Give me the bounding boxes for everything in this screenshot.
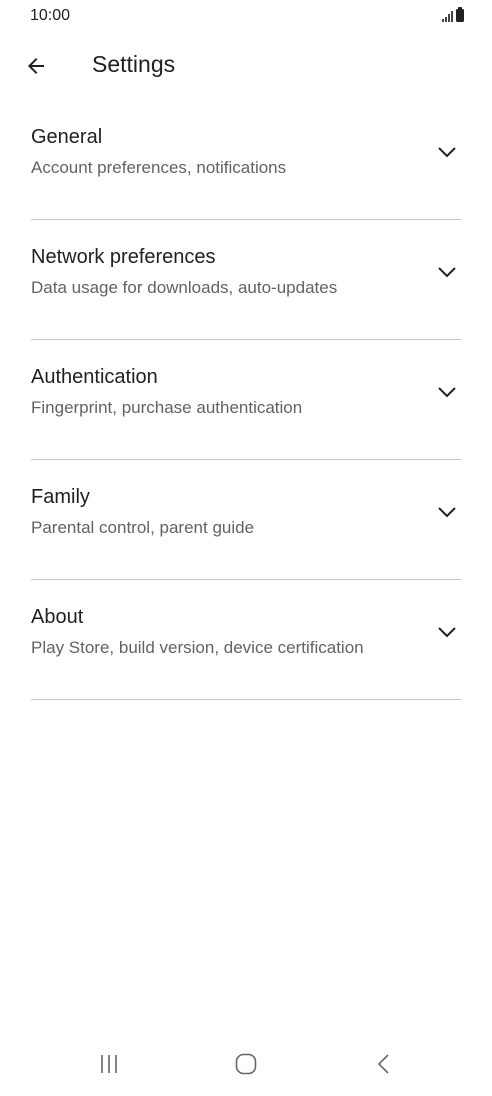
chevron-down-icon (438, 507, 456, 518)
section-general[interactable]: General Account preferences, notificatio… (31, 100, 461, 220)
section-title: About (31, 606, 84, 628)
section-title: General (31, 126, 103, 148)
battery-icon (456, 7, 464, 22)
section-network-preferences[interactable]: Network preferences Data usage for downl… (31, 220, 461, 340)
section-subtitle: Play Store, build version, device certif… (31, 638, 364, 657)
back-button[interactable] (16, 46, 56, 86)
section-title: Family (31, 486, 90, 508)
chevron-down-icon (438, 267, 456, 278)
arrow-back-icon (28, 58, 44, 74)
system-back-button[interactable] (364, 1048, 404, 1080)
section-family[interactable]: Family Parental control, parent guide (31, 460, 461, 580)
section-title: Authentication (31, 366, 158, 388)
back-icon (377, 1054, 389, 1074)
section-subtitle: Fingerprint, purchase authentication (31, 398, 303, 417)
section-subtitle: Account preferences, notifications (31, 158, 287, 177)
navigation-bar (0, 1034, 492, 1096)
section-about[interactable]: About Play Store, build version, device … (31, 580, 461, 700)
signal-icon (442, 10, 453, 22)
home-button[interactable] (226, 1048, 266, 1080)
home-icon (235, 1053, 257, 1075)
settings-list: General Account preferences, notificatio… (0, 100, 492, 700)
status-bar: 10:00 (0, 0, 492, 34)
status-icons (442, 7, 464, 22)
chevron-down-icon (438, 627, 456, 638)
chevron-down-icon (438, 147, 456, 158)
recent-apps-icon (101, 1055, 117, 1073)
page-title: Settings (92, 51, 176, 77)
recent-apps-button[interactable] (89, 1048, 129, 1080)
section-title: Network preferences (31, 246, 216, 268)
app-bar: Settings (0, 34, 492, 98)
section-authentication[interactable]: Authentication Fingerprint, purchase aut… (31, 340, 461, 460)
section-subtitle: Data usage for downloads, auto-updates (31, 278, 338, 297)
status-time: 10:00 (30, 7, 71, 24)
chevron-down-icon (438, 387, 456, 398)
section-subtitle: Parental control, parent guide (31, 518, 255, 537)
